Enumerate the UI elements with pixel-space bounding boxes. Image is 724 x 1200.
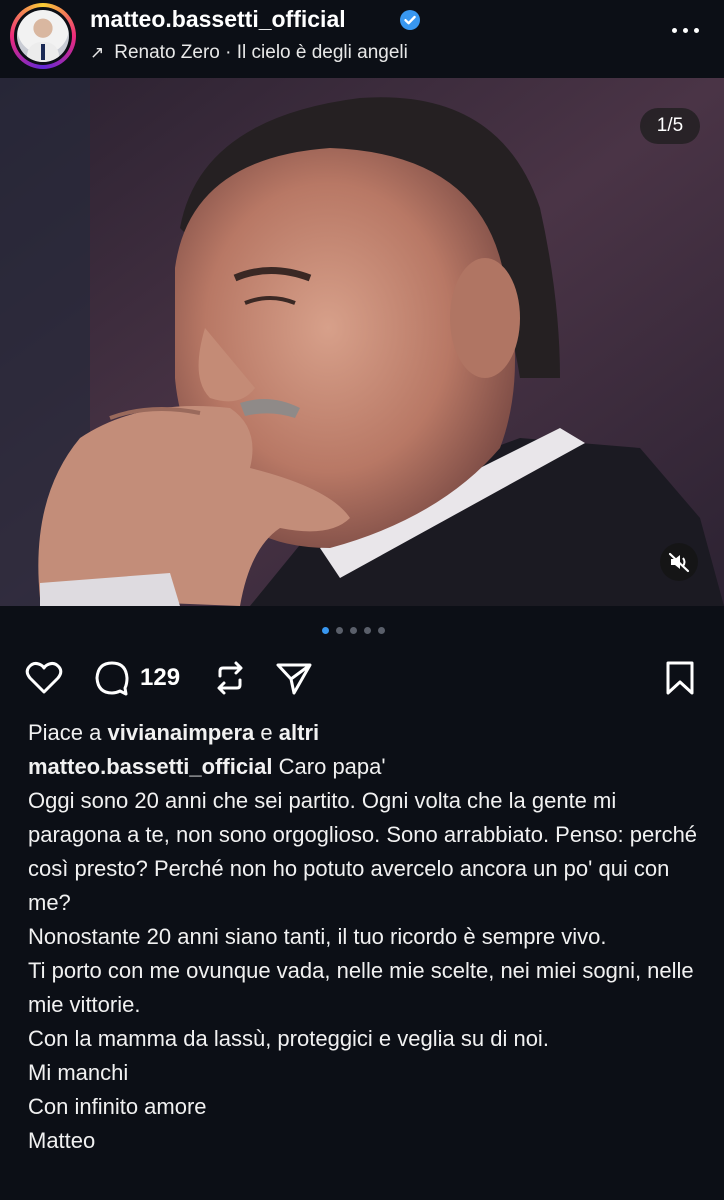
caption-first-line: matteo.bassetti_official Caro papa' xyxy=(28,750,700,784)
verified-badge-icon xyxy=(400,10,420,30)
muted-speaker-icon[interactable] xyxy=(660,543,698,581)
portrait-illustration xyxy=(0,78,724,606)
username[interactable]: matteo.bassetti_official xyxy=(90,6,346,33)
avatar-tie xyxy=(41,44,45,60)
likes-prefix: Piace a xyxy=(28,720,102,745)
liked-by-user[interactable]: vivianaimpera xyxy=(108,720,255,745)
carousel-indicator xyxy=(322,625,402,637)
send-icon[interactable] xyxy=(274,658,314,703)
likes-others-link[interactable]: altri xyxy=(279,720,319,745)
caption-author[interactable]: matteo.bassetti_official xyxy=(28,754,273,779)
caption-paragraph: Con infinito amore xyxy=(28,1094,207,1119)
music-track: Renato Zero · Il cielo è degli angeli xyxy=(114,42,408,63)
post-caption: Piace a vivianaimpera e altri matteo.bas… xyxy=(28,716,700,1158)
carousel-dot xyxy=(350,627,357,634)
avatar-ring xyxy=(14,7,72,65)
heart-icon[interactable] xyxy=(24,658,64,703)
bookmark-icon[interactable] xyxy=(660,658,700,703)
action-bar: 129 xyxy=(0,650,724,710)
music-info[interactable]: ↗ Renato Zero · Il cielo è degli angeli xyxy=(90,42,408,64)
slide-counter: 1/5 xyxy=(640,108,700,144)
likes-line: Piace a vivianaimpera e altri xyxy=(28,716,700,750)
caption-paragraph: Matteo xyxy=(28,1128,96,1153)
post-header: matteo.bassetti_official ↗ Renato Zero · … xyxy=(0,0,724,78)
avatar[interactable] xyxy=(10,3,76,69)
more-options-icon[interactable] xyxy=(668,20,704,40)
likes-connector: e xyxy=(260,720,273,745)
comment-bubble-icon[interactable] xyxy=(92,658,132,703)
caption-paragraph: Con la mamma da lassù, proteggici e vegl… xyxy=(28,1026,549,1051)
music-arrow-icon: ↗ xyxy=(90,43,105,62)
caption-paragraph: Mi manchi xyxy=(28,1060,129,1085)
comment-count: 129 xyxy=(140,664,181,691)
carousel-dot-active xyxy=(322,627,329,634)
caption-paragraph: Oggi sono 20 anni che sei partito. Ogni … xyxy=(28,788,698,915)
post-photo[interactable]: 1/5 xyxy=(0,78,724,606)
carousel-dot xyxy=(336,627,343,634)
repost-icon[interactable] xyxy=(210,658,250,703)
caption-paragraph: Nonostante 20 anni siano tanti, il tuo r… xyxy=(28,924,607,949)
caption-greeting: Caro papa' xyxy=(278,754,386,779)
avatar-photo xyxy=(17,10,69,62)
carousel-dot xyxy=(364,627,371,634)
caption-paragraph: Ti porto con me ovunque vada, nelle mie … xyxy=(28,958,694,1017)
carousel-dot xyxy=(378,627,385,634)
